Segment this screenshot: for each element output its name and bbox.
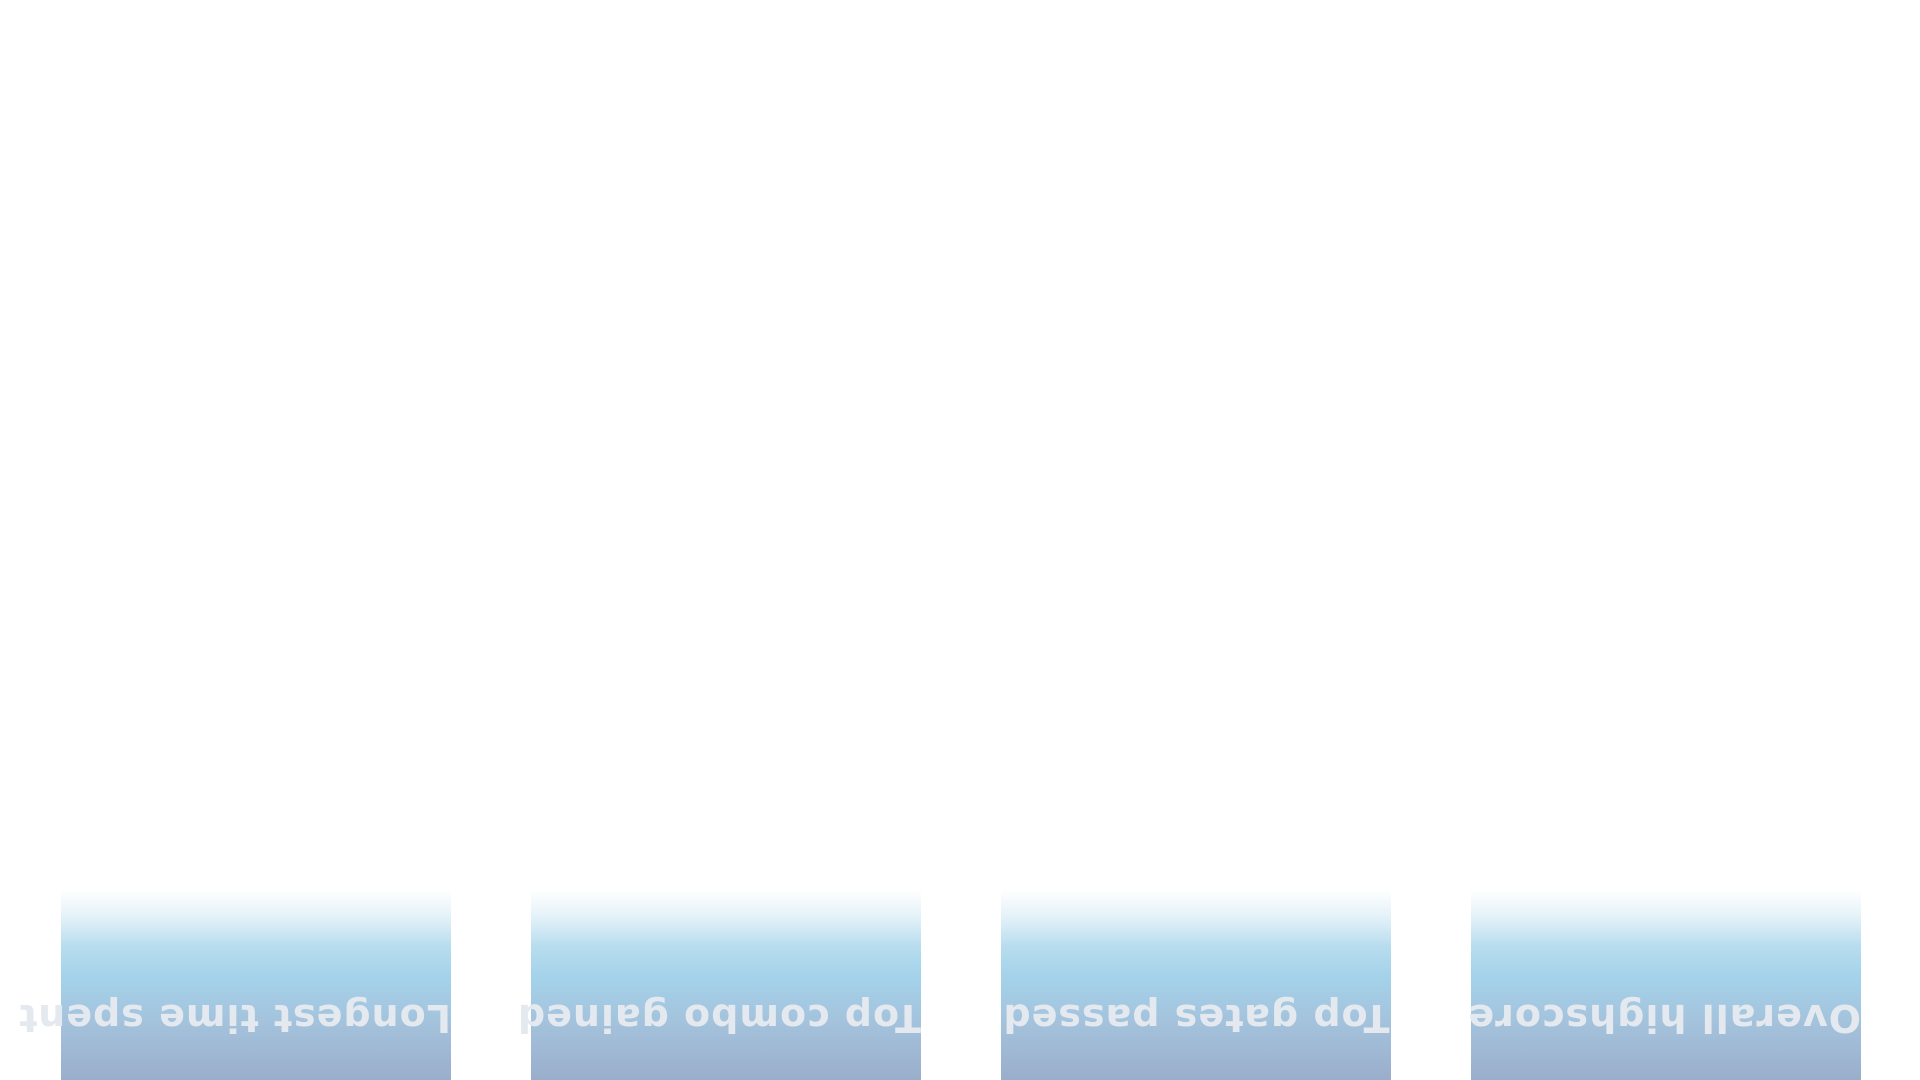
tab-longest-time-spent[interactable]: Longest time spent [18,890,451,1080]
tab-label-top-combo-gained: Top combo gained [516,996,921,1040]
tab-top-combo-gained[interactable]: Top combo gained [516,890,921,1080]
tab-label-longest-time-spent: Longest time spent [18,996,451,1040]
tab-label-overall-highscore: Overall highscore [1467,996,1861,1040]
tab-overall-highscore[interactable]: Overall highscore [1467,890,1861,1080]
tab-top-gates-passed[interactable]: Top gates passed [1001,890,1391,1080]
game-screen: Longest time spent Top combo gained Top … [0,0,1920,1080]
tab-label-top-gates-passed: Top gates passed [1002,996,1390,1040]
